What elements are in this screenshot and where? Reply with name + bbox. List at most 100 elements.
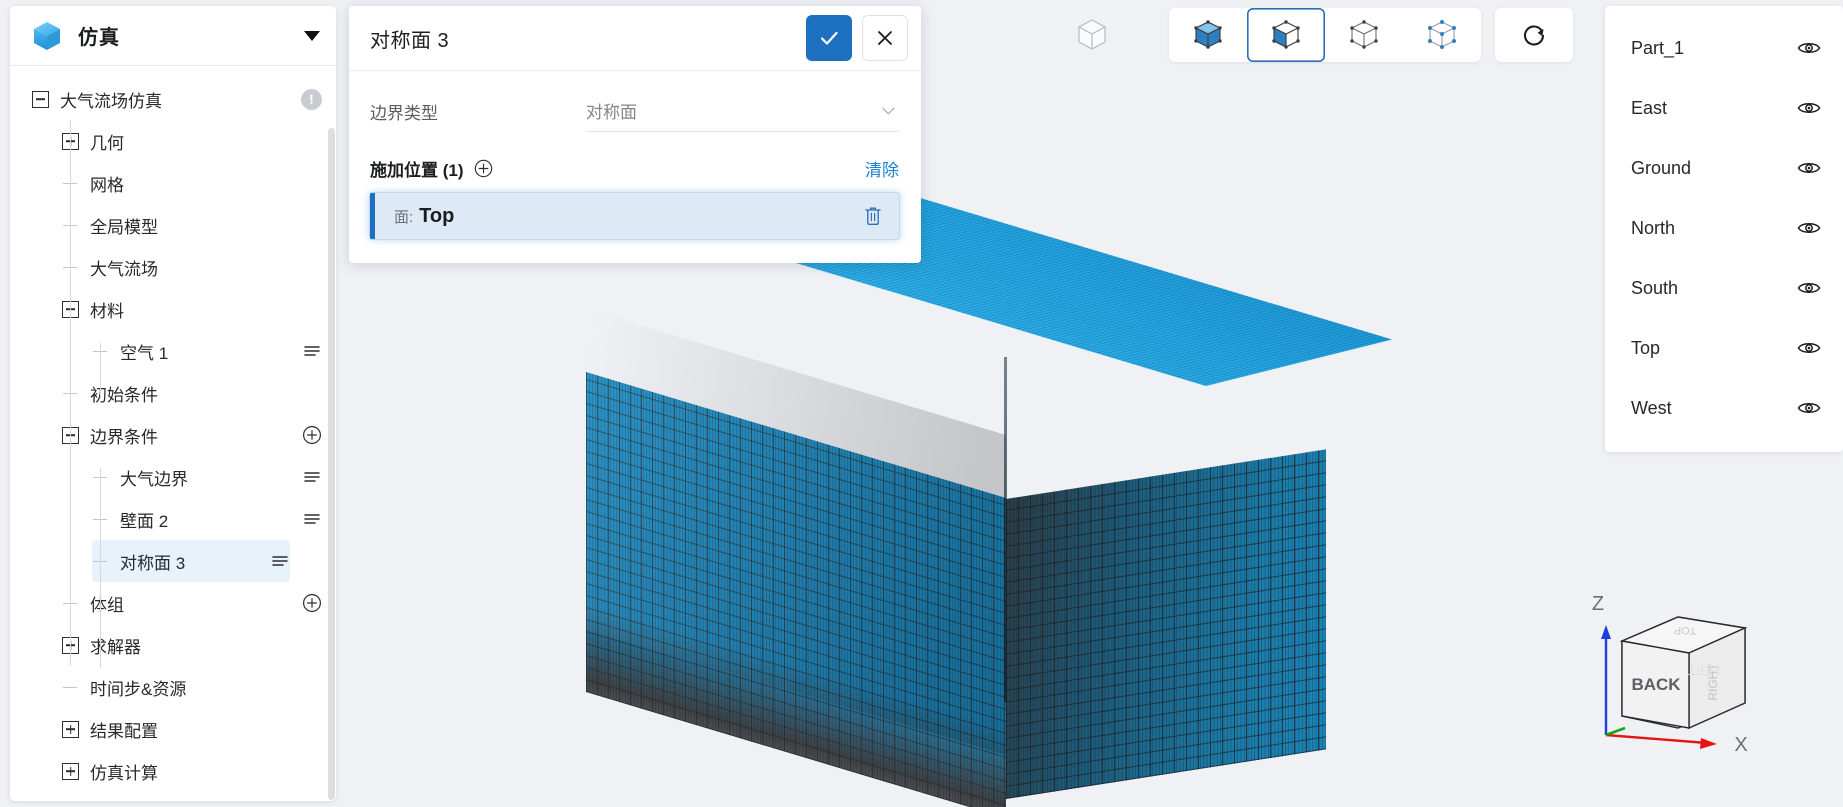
plus-circle-icon[interactable]	[302, 425, 322, 445]
blue-cube-icon	[34, 21, 60, 50]
expand-icon[interactable]	[62, 720, 79, 738]
tree-item-label: 大气流场仿真	[60, 91, 162, 111]
chevron-down-icon	[882, 107, 895, 114]
trash-icon[interactable]	[863, 205, 883, 227]
tree-item[interactable]: 几何	[10, 120, 336, 162]
part-row[interactable]: North	[1605, 198, 1843, 258]
eye-icon[interactable]	[1797, 100, 1821, 116]
tree-item[interactable]: 大气边界	[10, 456, 336, 498]
tree-item[interactable]: 时间步&资源	[10, 666, 336, 708]
eye-icon[interactable]	[1797, 40, 1821, 56]
gizmo-back-label: BACK	[1631, 675, 1681, 694]
face-select-button[interactable]	[1247, 8, 1325, 62]
part-name: North	[1631, 217, 1676, 238]
tree-item-label: 时间步&资源	[90, 679, 187, 699]
part-row[interactable]: East	[1605, 78, 1843, 138]
vertex-select-button[interactable]	[1403, 8, 1481, 62]
model-tree: 大气流场仿真! 几何 网格 全局模型 大气流场 材料 空气 1 初始条件 边界条件 大气边界 壁面 …	[10, 78, 336, 792]
part-row[interactable]: Top	[1605, 318, 1843, 378]
axis-y-line	[1605, 726, 1626, 737]
part-row[interactable]: Ground	[1605, 138, 1843, 198]
boundary-type-select[interactable]: 对称面	[586, 90, 899, 132]
tree-item[interactable]: 结果配置	[10, 708, 336, 750]
dialog-body: 边界类型 对称面 施加位置 (1) 清除 面: Top	[349, 71, 921, 263]
body-select-button[interactable]	[1169, 8, 1247, 62]
tree-item[interactable]: 求解器	[10, 624, 336, 666]
tree-connector	[62, 679, 79, 696]
tree-item-label: 边界条件	[90, 427, 158, 447]
part-name: South	[1631, 277, 1679, 298]
check-icon	[820, 31, 838, 45]
axis-x-arrow	[1700, 738, 1717, 749]
reset-view-button[interactable]	[1495, 8, 1573, 62]
cube-edge-icon	[1350, 20, 1378, 49]
sidebar-scroll-thumb[interactable]	[328, 128, 335, 800]
tree-item[interactable]: 对称面 3	[92, 540, 290, 582]
tree-item[interactable]: 材料	[10, 288, 336, 330]
selection-mode-group	[1169, 8, 1481, 62]
tree-item-label: 求解器	[90, 637, 141, 657]
caret-down-icon[interactable]	[304, 30, 320, 41]
boundary-type-value: 对称面	[586, 103, 637, 122]
plus-circle-icon[interactable]	[474, 159, 493, 178]
tree-item[interactable]: 初始条件	[10, 372, 336, 414]
cube-vertex-icon	[1428, 20, 1456, 49]
tree-item-label: 体组	[90, 595, 124, 615]
eye-icon[interactable]	[1797, 340, 1821, 356]
list-icon[interactable]	[302, 341, 322, 361]
cube-face-icon	[1272, 20, 1300, 49]
clear-locations-link[interactable]: 清除	[865, 156, 899, 181]
eye-icon[interactable]	[1797, 160, 1821, 176]
axis-z-label: Z	[1592, 593, 1604, 615]
toolbar-standalone-cube[interactable]	[1062, 8, 1122, 62]
part-row[interactable]: West	[1605, 378, 1843, 438]
view-cube-gizmo[interactable]: BACK TOP RIGHT LEFT Z X	[1565, 583, 1815, 783]
cancel-button[interactable]	[862, 15, 908, 61]
expand-icon[interactable]	[62, 762, 79, 780]
parts-visibility-panel: Part_1 East Ground North South Top West	[1605, 6, 1843, 452]
part-name: West	[1631, 397, 1672, 418]
part-row[interactable]: South	[1605, 258, 1843, 318]
part-name: Ground	[1631, 157, 1692, 178]
tree-item-label: 全局模型	[90, 217, 158, 237]
dialog-header: 对称面 3	[349, 6, 921, 71]
tree-item[interactable]: 壁面 2	[10, 498, 336, 540]
plus-circle-icon[interactable]	[302, 593, 322, 613]
list-icon[interactable]	[270, 551, 290, 571]
tree-item[interactable]: 大气流场仿真!	[10, 78, 336, 120]
collapse-icon[interactable]	[32, 90, 49, 108]
tree-item[interactable]: 网格	[10, 162, 336, 204]
list-icon[interactable]	[302, 509, 322, 529]
tree-item[interactable]: 大气流场	[10, 246, 336, 288]
info-badge[interactable]: !	[301, 88, 322, 110]
sidebar-scrollbar[interactable]	[328, 128, 335, 800]
tree-item[interactable]: 空气 1	[10, 330, 336, 372]
tree-guide-line	[100, 468, 102, 668]
eye-icon[interactable]	[1797, 400, 1821, 416]
view-toolbar	[1062, 8, 1573, 62]
tree-item[interactable]: 体组	[10, 582, 336, 624]
confirm-button[interactable]	[806, 15, 852, 61]
tree-item[interactable]: 全局模型	[10, 204, 336, 246]
sidebar: 仿真 大气流场仿真! 几何 网格 全局模型 大气流场 材料 空气 1 初始条件 边界条件 大气边界…	[10, 6, 336, 801]
eye-icon[interactable]	[1797, 280, 1821, 296]
dialog-title: 对称面 3	[370, 29, 450, 52]
location-item[interactable]: 面: Top	[370, 193, 899, 239]
eye-icon[interactable]	[1797, 220, 1821, 236]
tree-item[interactable]: 仿真计算	[10, 750, 336, 792]
tree-item-label: 大气边界	[120, 469, 188, 489]
close-icon	[878, 31, 892, 45]
tree-item[interactable]: 边界条件	[10, 414, 336, 456]
refresh-icon	[1524, 25, 1545, 46]
tree-item-label: 大气流场	[90, 259, 158, 279]
list-icon[interactable]	[302, 467, 322, 487]
edge-select-button[interactable]	[1325, 8, 1403, 62]
location-name: Top	[419, 204, 455, 227]
mesh-face-front	[586, 372, 1006, 807]
sidebar-header[interactable]: 仿真	[10, 6, 336, 66]
axis-x-line	[1605, 733, 1708, 745]
tree-guide-line	[100, 343, 102, 397]
part-row[interactable]: Part_1	[1605, 18, 1843, 78]
boundary-type-row: 边界类型 对称面	[370, 87, 899, 135]
cube-outline-icon	[1078, 19, 1106, 50]
